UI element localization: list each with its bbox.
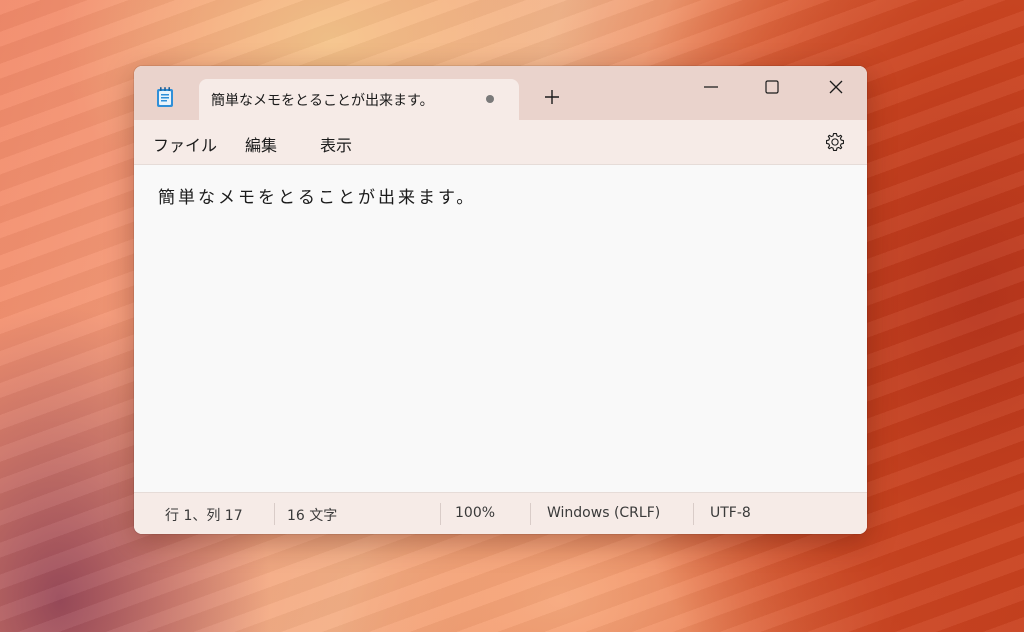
- text-editor[interactable]: 簡単なメモをとることが出来ます。: [134, 165, 867, 492]
- line-ending[interactable]: Windows (CRLF): [547, 505, 660, 521]
- zoom-level[interactable]: 100%: [455, 505, 495, 521]
- status-divider: [440, 503, 441, 525]
- status-divider: [274, 503, 275, 525]
- menu-view[interactable]: 表示: [320, 132, 352, 156]
- minimize-icon: [704, 86, 718, 88]
- editor-content[interactable]: 簡単なメモをとることが出来ます。: [158, 183, 476, 208]
- title-bar[interactable]: 簡単なメモをとることが出来ます。: [134, 66, 867, 120]
- status-bar: 行 1、列 17 16 文字 100% Windows (CRLF) UTF-8: [134, 492, 867, 534]
- status-divider: [693, 503, 694, 525]
- maximize-button[interactable]: [749, 72, 795, 102]
- new-tab-button[interactable]: [540, 85, 564, 109]
- close-icon: [829, 80, 843, 94]
- tab-title: 簡単なメモをとることが出来ます。: [211, 93, 434, 109]
- menu-file[interactable]: ファイル: [153, 132, 217, 156]
- menu-bar: ファイル 編集 表示: [134, 120, 867, 165]
- minimize-button[interactable]: [688, 72, 734, 102]
- unsaved-dot-icon[interactable]: [486, 95, 494, 103]
- menu-edit[interactable]: 編集: [245, 132, 277, 156]
- encoding[interactable]: UTF-8: [710, 505, 751, 521]
- desktop-background: 簡単なメモをとることが出来ます。 ファイル 編集 表示 簡単なメモをとることが出…: [0, 0, 1024, 632]
- notepad-icon: [156, 86, 174, 108]
- gear-icon: [826, 133, 844, 151]
- notepad-window: 簡単なメモをとることが出来ます。 ファイル 編集 表示 簡単なメモをとることが出…: [134, 66, 867, 534]
- tab-document[interactable]: 簡単なメモをとることが出来ます。: [199, 79, 519, 120]
- maximize-icon: [765, 80, 779, 94]
- status-divider: [530, 503, 531, 525]
- close-button[interactable]: [813, 72, 859, 102]
- cursor-position: 行 1、列 17: [165, 508, 243, 524]
- character-count: 16 文字: [287, 508, 338, 524]
- settings-button[interactable]: [824, 131, 846, 153]
